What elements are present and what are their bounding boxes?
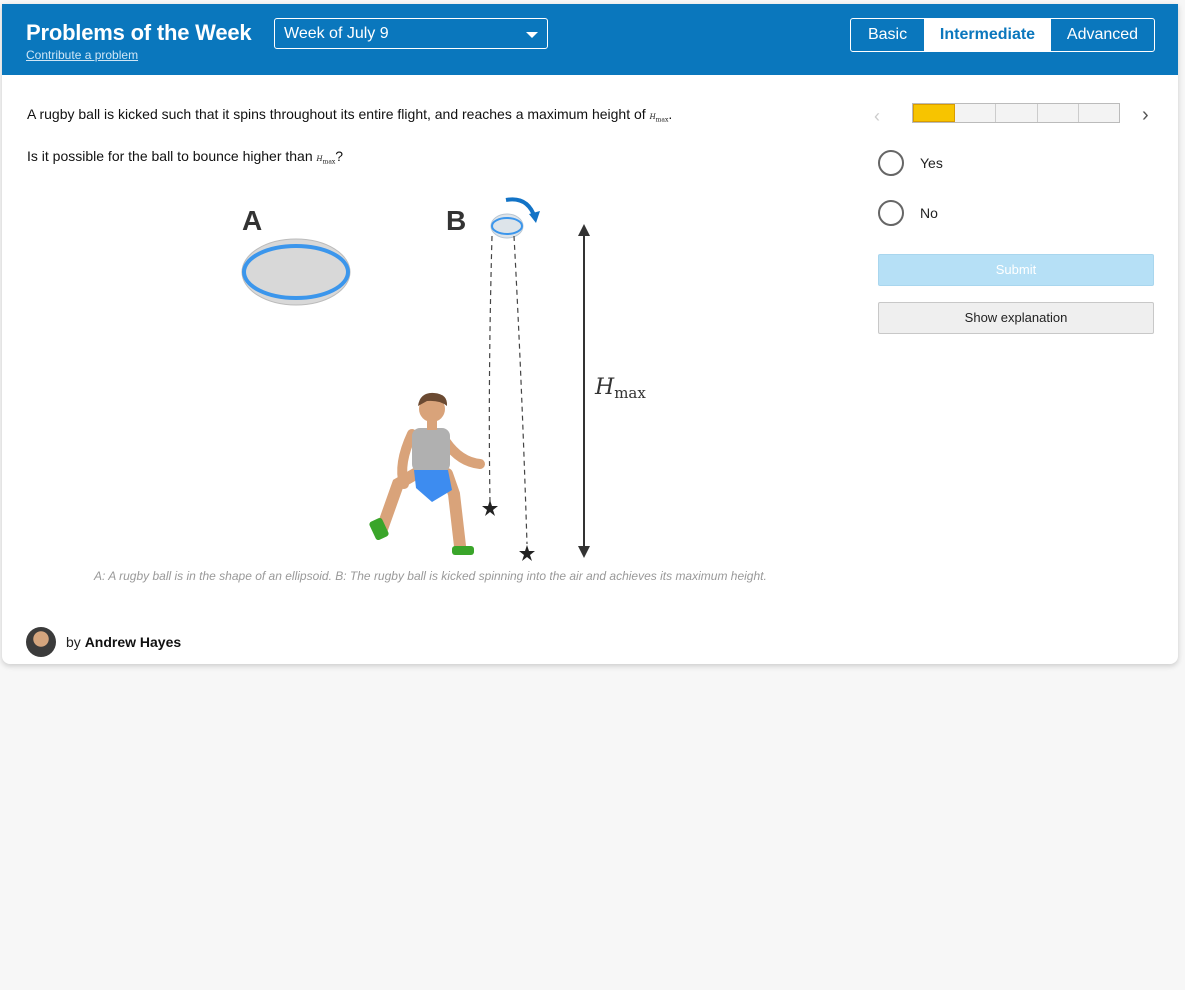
figure-label-a: A <box>242 205 262 236</box>
kicker-figure <box>369 392 485 555</box>
author-text: by Andrew Hayes <box>66 634 182 650</box>
option-yes[interactable]: Yes <box>878 149 943 177</box>
tab-advanced[interactable]: Advanced <box>1051 19 1154 51</box>
progress-segment <box>996 104 1038 122</box>
tab-intermediate[interactable]: Intermediate <box>925 19 1051 51</box>
hmax-symbol: Hmax <box>316 155 336 166</box>
option-no[interactable]: No <box>878 199 938 227</box>
trajectory-line <box>488 235 493 503</box>
submit-button[interactable]: Submit <box>878 254 1154 286</box>
chevron-left-icon[interactable]: ‹ <box>874 106 880 127</box>
progress-bar <box>912 103 1120 123</box>
height-arrow <box>578 224 590 558</box>
week-select[interactable]: Week of July 9 <box>274 18 548 49</box>
radio-no[interactable] <box>878 200 904 226</box>
problem-figure: A B Hmax <box>241 197 646 561</box>
progress-segment <box>1037 104 1079 122</box>
author-name[interactable]: Andrew Hayes <box>85 634 181 650</box>
question-line-2: Is it possible for the ball to bounce hi… <box>27 148 344 166</box>
figure-caption: A: A rugby ball is in the shape of an el… <box>94 569 767 583</box>
contribute-link[interactable]: Contribute a problem <box>26 48 138 62</box>
difficulty-tabs: Basic Intermediate Advanced <box>850 18 1155 52</box>
problem-card: Problems of the Week Contribute a proble… <box>2 4 1178 664</box>
show-explanation-button[interactable]: Show explanation <box>878 302 1154 334</box>
question-line-1: A rugby ball is kicked such that it spin… <box>27 106 673 124</box>
app-title: Problems of the Week <box>26 20 252 45</box>
question-text-2: Is it possible for the ball to bounce hi… <box>27 148 313 164</box>
height-label: Hmax <box>594 375 646 402</box>
figure-label-b: B <box>446 205 466 236</box>
impact-marker <box>482 500 535 561</box>
question-text-1: A rugby ball is kicked such that it spin… <box>27 106 646 122</box>
progress-segment <box>955 104 997 122</box>
avatar[interactable] <box>26 627 56 657</box>
tab-basic[interactable]: Basic <box>851 19 925 51</box>
progress-segment <box>1078 104 1120 122</box>
chevron-right-icon[interactable]: › <box>1142 104 1149 127</box>
chevron-down-icon <box>526 32 538 38</box>
option-yes-label: Yes <box>920 155 943 171</box>
radio-yes[interactable] <box>878 150 904 176</box>
week-select-value: Week of July 9 <box>284 25 389 42</box>
hmax-symbol: Hmax <box>649 113 669 124</box>
rugby-ball-ellipsoid <box>241 238 351 306</box>
header-bar: Problems of the Week Contribute a proble… <box>2 4 1178 75</box>
option-no-label: No <box>920 205 938 221</box>
progress-segment <box>913 104 956 122</box>
spinning-ball <box>490 197 540 239</box>
trajectory-line <box>513 235 528 545</box>
author-byline: by Andrew Hayes <box>26 626 181 658</box>
